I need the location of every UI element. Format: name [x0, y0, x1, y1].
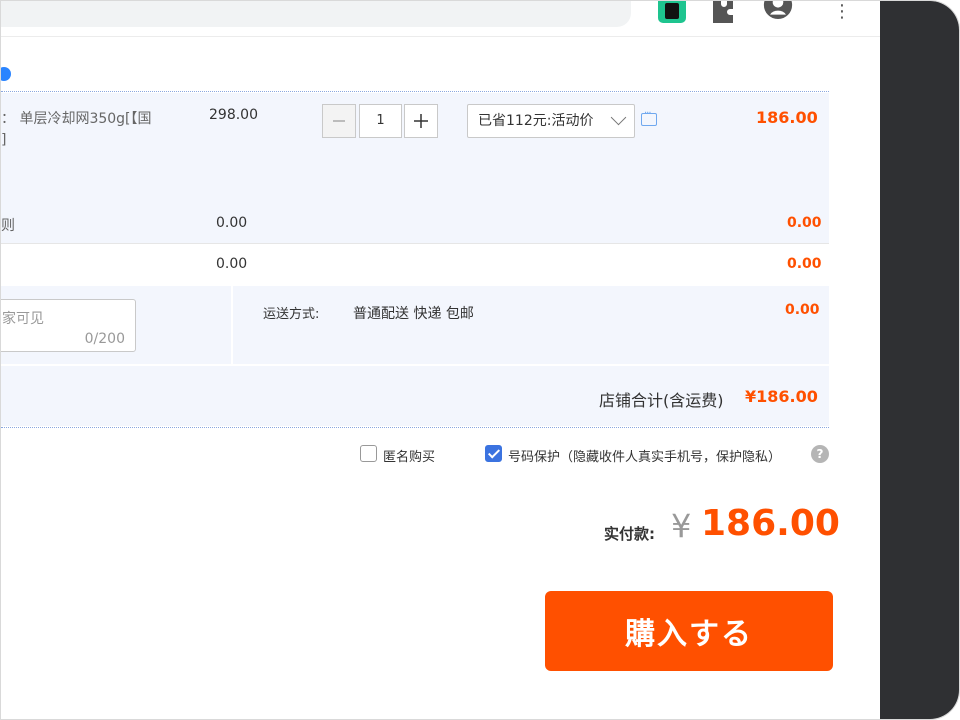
memo-char-count: 0/200: [84, 331, 125, 347]
extra-row-subtotal: 0.00: [787, 256, 822, 272]
side-panel: [880, 1, 959, 719]
submit-order-button[interactable]: 購入する: [545, 591, 833, 671]
service-row-subtotal: 0.00: [787, 215, 822, 231]
address-bar[interactable]: [1, 1, 631, 27]
more-menu-icon[interactable]: ⋮: [827, 1, 857, 23]
extra-row-price: 0.00: [216, 256, 248, 272]
memo-placeholder: 家可见: [2, 311, 44, 327]
chevron-down-icon: [610, 109, 627, 126]
quantity-decrease-button[interactable]: [322, 104, 356, 138]
anonymous-purchase-checkbox[interactable]: [360, 445, 377, 462]
service-row-price: 0.00: [216, 215, 248, 231]
divider: [1, 243, 829, 244]
quantity-increase-button[interactable]: [404, 104, 438, 138]
shipping-method-label: 运送方式:: [263, 307, 320, 322]
shop-total-amount: ¥186.00: [745, 387, 818, 406]
browser-window: ⋮ ： 单层冷却网350g[【国 ] 298.00 1 已省112元:活动价 1…: [0, 0, 960, 720]
promotion-select[interactable]: 已省112元:活动价: [467, 104, 635, 138]
help-icon[interactable]: ?: [811, 445, 829, 463]
chat-icon[interactable]: [641, 108, 657, 126]
info-badge-icon: [1, 67, 11, 81]
shipping-section: [233, 286, 829, 364]
payment-currency: ¥: [671, 507, 692, 545]
number-protection-label[interactable]: 号码保护（隐藏收件人真实手机号，保护隐私）: [508, 446, 781, 465]
browser-toolbar: ⋮: [1, 1, 881, 37]
shop-total-label: 店铺合计(含运费): [599, 391, 724, 410]
payment-label: 实付款:: [604, 525, 655, 543]
anonymous-purchase-label[interactable]: 匿名购买: [383, 446, 435, 465]
puzzle-icon[interactable]: [709, 1, 739, 23]
service-row-label: 则: [1, 218, 15, 234]
service-row: [1, 203, 829, 243]
account-icon[interactable]: [763, 1, 793, 23]
item-subtotal: 186.00: [756, 108, 818, 127]
item-unit-price: 298.00: [209, 107, 258, 123]
number-protection-checkbox[interactable]: [485, 445, 502, 462]
item-title[interactable]: ： 单层冷却网350g[【国: [1, 108, 152, 128]
shipping-fee: 0.00: [785, 302, 820, 318]
shipping-method-value[interactable]: 普通配送 快递 包邮: [353, 303, 474, 323]
quantity-input[interactable]: 1: [359, 104, 402, 138]
memo-textarea[interactable]: 家可见 0/200: [1, 299, 136, 352]
divider: [1, 91, 829, 92]
green-extension-icon[interactable]: [657, 1, 687, 23]
item-title-cont: ]: [1, 132, 7, 148]
payment-amount: 186.00: [701, 503, 840, 544]
promotion-select-value: 已省112元:活动价: [478, 113, 594, 129]
divider: [1, 427, 829, 428]
